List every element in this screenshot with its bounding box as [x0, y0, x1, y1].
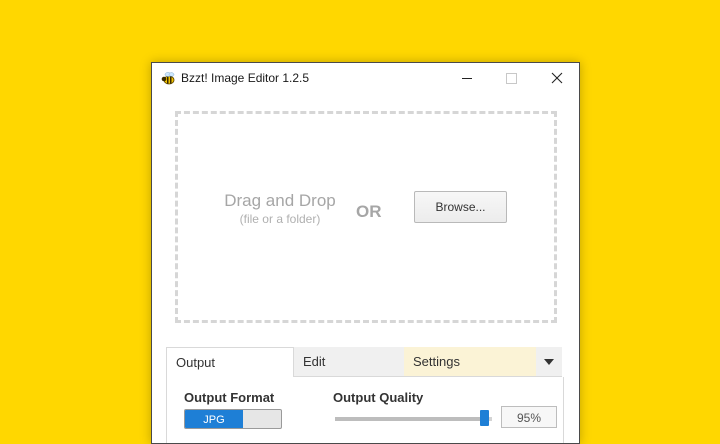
quality-slider-fill — [335, 417, 485, 421]
title-bar[interactable]: Bzzt! Image Editor 1.2.5 — [152, 63, 579, 93]
tab-menu-button[interactable] — [536, 347, 562, 377]
app-window: Bzzt! Image Editor 1.2.5 Drag and Drop (… — [151, 62, 580, 444]
output-format-toggle[interactable]: JPG — [184, 409, 282, 429]
tab-bar: Output Edit Settings — [166, 347, 562, 377]
quality-value-field[interactable]: 95% — [501, 406, 557, 428]
browse-button[interactable]: Browse... — [414, 191, 507, 223]
output-quality-label: Output Quality — [333, 390, 424, 405]
quality-slider-track[interactable] — [335, 417, 492, 421]
triangle-down-icon — [544, 358, 554, 365]
bee-icon — [161, 72, 175, 85]
or-label: OR — [356, 202, 382, 221]
minimize-button[interactable] — [444, 63, 489, 93]
drop-zone[interactable]: Drag and Drop (file or a folder) OR Brow… — [175, 111, 557, 323]
output-panel: Output Format JPG Output Quality 95% — [166, 377, 564, 443]
output-format-label: Output Format — [184, 390, 275, 405]
maximize-button[interactable] — [489, 63, 534, 93]
tab-edit[interactable]: Edit — [294, 347, 404, 377]
close-icon — [551, 72, 562, 84]
drag-drop-subtitle: (file or a folder) — [239, 212, 321, 226]
window-title: Bzzt! Image Editor 1.2.5 — [181, 71, 310, 85]
tab-settings[interactable]: Settings — [404, 347, 536, 377]
tab-output[interactable]: Output — [166, 347, 294, 377]
close-button[interactable] — [534, 63, 579, 93]
format-jpg-option[interactable]: JPG — [185, 410, 243, 428]
minimize-icon — [461, 77, 472, 79]
quality-slider-thumb[interactable] — [479, 410, 489, 426]
maximize-icon — [506, 72, 517, 84]
drag-drop-title: Drag and Drop — [224, 191, 336, 210]
